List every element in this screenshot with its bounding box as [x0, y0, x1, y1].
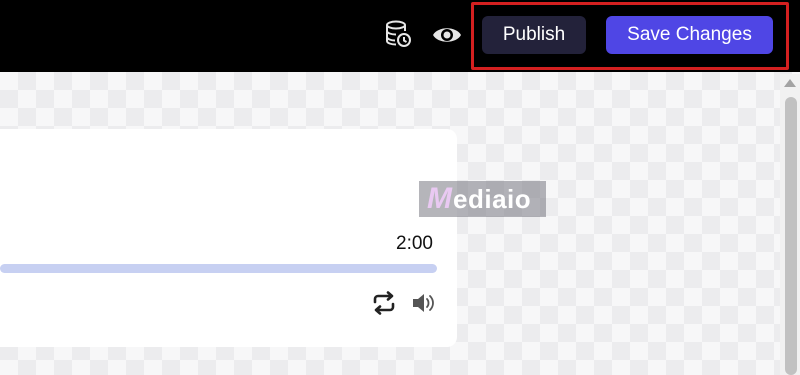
watermark: M ediaio	[419, 181, 546, 217]
save-changes-button[interactable]: Save Changes	[606, 16, 773, 54]
scroll-up-arrow-icon[interactable]	[784, 79, 796, 87]
progress-bar[interactable]	[0, 264, 437, 273]
scrollbar-thumb[interactable]	[785, 97, 797, 375]
watermark-text: ediaio	[453, 183, 532, 214]
repeat-icon[interactable]	[370, 290, 398, 316]
eye-icon[interactable]	[432, 20, 462, 50]
duration-label: 2:00	[396, 233, 433, 254]
watermark-logo: M	[427, 182, 452, 215]
volume-icon[interactable]	[410, 290, 436, 316]
top-toolbar: Publish Save Changes	[0, 0, 800, 72]
publish-button[interactable]: Publish	[482, 16, 586, 54]
history-icon[interactable]	[383, 19, 413, 49]
